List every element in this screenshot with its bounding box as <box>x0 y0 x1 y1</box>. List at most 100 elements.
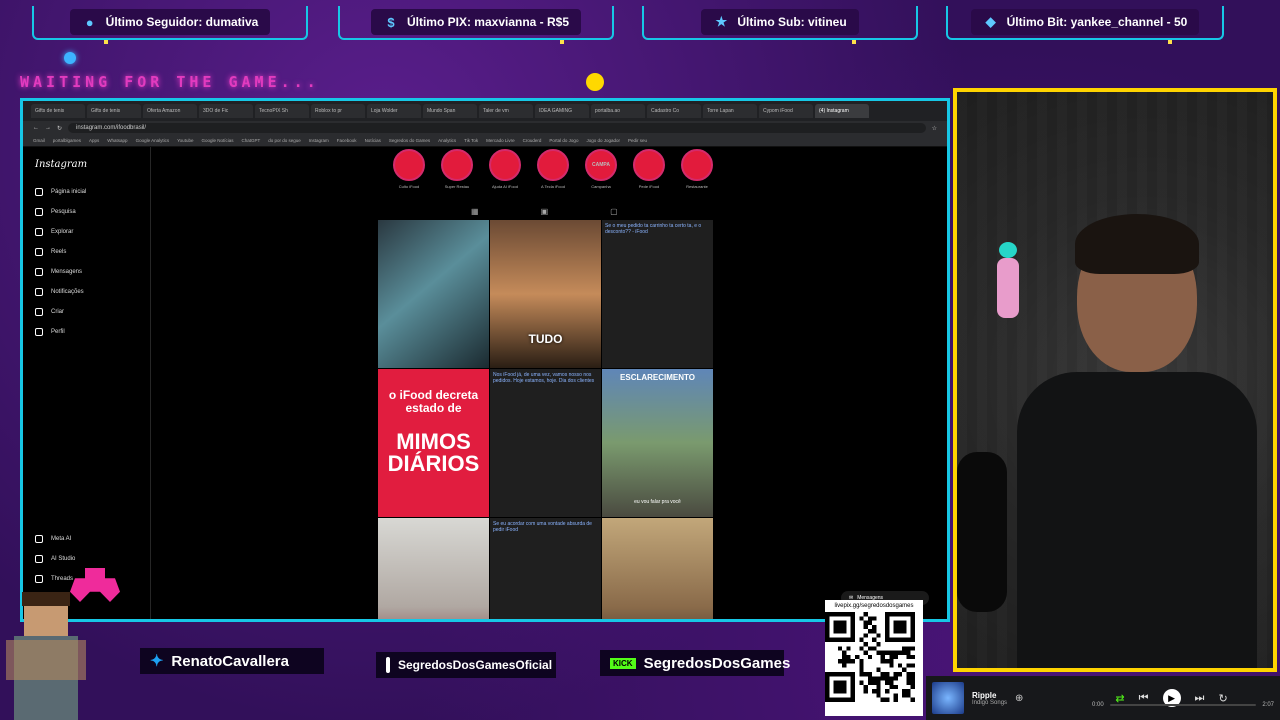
post-caption: Se o meu pedido ta carrinho ta certo ta,… <box>605 223 702 235</box>
bookmark-item[interactable]: Whatsapp <box>107 138 127 143</box>
browser-tab[interactable]: Gifts de tenis <box>31 104 85 118</box>
grid-icon[interactable]: ▦ <box>471 207 479 216</box>
bookmark-item[interactable]: Google Notícias <box>201 138 233 143</box>
instagram-feed: Culto iFood Super Restau Ajuda AI iFood A T… <box>151 147 947 619</box>
sidebar-item-label: Perfil <box>51 329 65 335</box>
sidebar-item[interactable]: Notificações <box>35 282 150 302</box>
sidebar-item[interactable]: Reels <box>35 242 150 262</box>
sidebar-item-label: Pesquisa <box>51 209 76 215</box>
post-tile[interactable] <box>602 518 713 619</box>
post-tile[interactable] <box>378 220 489 368</box>
reels-icon <box>35 248 43 256</box>
url-input[interactable]: instagram.com/ifoodbrasil/ <box>68 123 926 133</box>
sidebar-item[interactable]: Criar <box>35 302 150 322</box>
sidebar-item[interactable]: Mensagens <box>35 262 150 282</box>
browser-tab[interactable]: Cadastro Co <box>647 104 701 118</box>
sidebar-item-label: AI Studio <box>51 556 76 562</box>
forward-icon[interactable]: → <box>45 125 51 131</box>
browser-tab[interactable]: Gifts de tenis <box>87 104 141 118</box>
browser-tab[interactable]: Loja Wolder <box>367 104 421 118</box>
browser-tab[interactable]: TecnoPIX Sh <box>255 104 309 118</box>
bookmark-item[interactable]: Apps <box>89 138 99 143</box>
story-highlight[interactable]: Super Restau <box>439 149 475 189</box>
browser-tab[interactable]: Mundo Span <box>423 104 477 118</box>
decor-dot <box>104 40 108 44</box>
bookmark-item[interactable]: Tik Tok <box>464 138 478 143</box>
story-ring <box>537 149 569 181</box>
alert-sub-text: Último Sub: vitineu <box>737 15 847 29</box>
bookmark-item[interactable]: Jogo do Jogador <box>586 138 620 143</box>
pix-qr: livepix.gg/segredosdosgames <box>825 600 923 716</box>
bookmark-item[interactable]: Youtube <box>177 138 193 143</box>
browser-tab[interactable]: Cypom iFood <box>759 104 813 118</box>
browser-tab[interactable]: Oferta Amazon <box>143 104 197 118</box>
bookmark-item[interactable]: Gmail <box>33 138 45 143</box>
progress-bar[interactable] <box>1109 704 1257 706</box>
bookmark-item[interactable]: Instagram <box>309 138 329 143</box>
bookmark-item[interactable]: Notícias <box>365 138 381 143</box>
story-highlight[interactable]: Restaurante <box>679 149 715 189</box>
post-tile[interactable]: Se o meu pedido ta carrinho ta certo ta,… <box>602 220 713 368</box>
browser-tab[interactable]: portalba.ao <box>591 104 645 118</box>
reload-icon[interactable]: ↻ <box>57 125 62 132</box>
post-tile[interactable]: ESCLARECIMENTO eu vou falar pra você <box>602 369 713 517</box>
bookmark-item[interactable]: portalblgames <box>53 138 81 143</box>
bookmark-item[interactable]: Crouderd <box>523 138 542 143</box>
twitter-handle: ✦ RenatoCavallera <box>140 648 324 674</box>
sidebar-item-label: Mensagens <box>51 269 83 275</box>
profile-tabs: ▦ ▣ ▢ <box>471 207 618 216</box>
post-tile[interactable]: Nos iFood já, de uma vez, vamos nosso no… <box>490 369 601 517</box>
stories-row: Culto iFood Super Restau Ajuda AI iFood A T… <box>391 149 715 189</box>
sidebar-item[interactable]: AI Studio <box>35 549 75 569</box>
tagged-icon[interactable]: ▢ <box>610 207 618 216</box>
story-highlight[interactable]: A Tecla iFood <box>535 149 571 189</box>
browser-tab[interactable]: (4) Instagram <box>815 104 869 118</box>
bookmark-item[interactable]: ChatGPT <box>241 138 260 143</box>
sidebar-item[interactable]: Perfil <box>35 322 150 342</box>
back-icon[interactable]: ← <box>33 125 39 131</box>
dollar-icon: $ <box>387 14 395 30</box>
instagram-logo[interactable]: Instagram <box>35 159 150 170</box>
browser-tab[interactable]: 3DO de Fic <box>199 104 253 118</box>
browser-tabstrip: Gifts de tenis Gifts de tenis Oferta Amazo… <box>23 101 947 121</box>
decor-dot <box>560 40 564 44</box>
story-highlight[interactable]: Pede iFood <box>631 149 667 189</box>
story-highlight[interactable]: Culto iFood <box>391 149 427 189</box>
post-tile[interactable]: Se eu acordar com uma vontade absurda de… <box>490 518 601 619</box>
bookmark-item[interactable]: Segredos do Games <box>389 138 430 143</box>
sidebar-item[interactable]: Meta AI <box>35 529 75 549</box>
home-icon <box>35 188 43 196</box>
browser-tab[interactable]: Roblox to pr <box>311 104 365 118</box>
plus-icon <box>35 308 43 316</box>
pixel-avatar <box>6 592 86 720</box>
browser-tab[interactable]: IDEA GAMING <box>535 104 589 118</box>
instagram-sidebar: Instagram Página inicial Pesquisa Explorar… <box>23 147 151 619</box>
bookmark-item[interactable]: do por do segue <box>268 138 301 143</box>
bookmark-item[interactable]: Mercado Livre <box>486 138 515 143</box>
streamer <box>1017 214 1257 668</box>
reels-tab-icon[interactable]: ▣ <box>541 207 549 216</box>
sidebar-item[interactable]: Página inicial <box>35 182 150 202</box>
story-highlight[interactable]: CAMPA Campanha <box>583 149 619 189</box>
qr-code-icon <box>825 612 915 702</box>
post-tile[interactable]: TUDO <box>490 220 601 368</box>
bookmark-item[interactable]: Pedir seu <box>628 138 647 143</box>
story-label: Restaurante <box>686 184 708 189</box>
alert-sub: ★ Último Sub: vitineu <box>642 6 918 40</box>
compass-icon <box>35 228 43 236</box>
sidebar-item[interactable]: Explorar <box>35 222 150 242</box>
bookmark-item[interactable]: Facebook <box>337 138 357 143</box>
add-icon[interactable]: ⊕ <box>1015 693 1023 704</box>
browser-tab[interactable]: Torre Lapan <box>703 104 757 118</box>
sidebar-item[interactable]: Threads <box>35 569 75 589</box>
bookmark-item[interactable]: Portal do Jogo <box>549 138 578 143</box>
browser-tab[interactable]: Taler de vm <box>479 104 533 118</box>
star-bookmark-icon[interactable]: ☆ <box>932 125 937 132</box>
bookmark-item[interactable]: Google Analytics <box>136 138 170 143</box>
post-tile[interactable] <box>378 518 489 619</box>
post-tile[interactable]: o iFood decreta estado de MIMOS DIÁRIOS <box>378 369 489 517</box>
story-highlight[interactable]: Ajuda AI iFood <box>487 149 523 189</box>
bookmark-item[interactable]: Analytics <box>438 138 456 143</box>
sidebar-item-label: Notificações <box>51 289 84 295</box>
sidebar-item[interactable]: Pesquisa <box>35 202 150 222</box>
